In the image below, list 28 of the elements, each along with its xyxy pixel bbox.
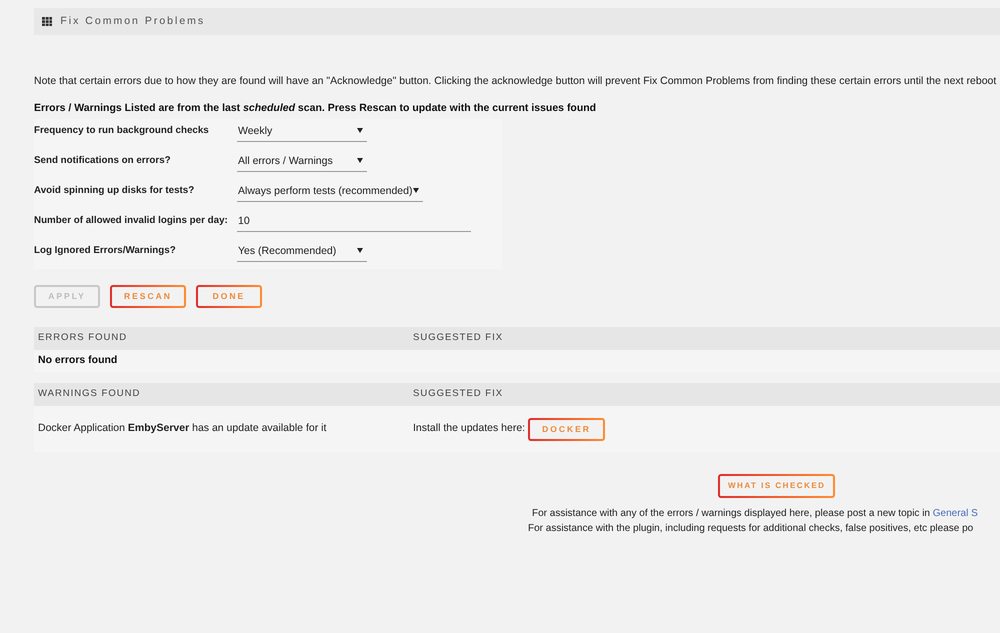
forum-link[interactable]: General S <box>932 508 978 519</box>
setting-label: Avoid spinning up disks for tests? <box>34 184 196 198</box>
setting-label: Send notifications on errors? <box>34 154 172 168</box>
footer-text: For assistance with any of the errors / warnings displayed here, please post a new topic in General S <box>531 507 978 521</box>
caret-icon <box>357 128 363 133</box>
column-header: SUGGESTED FIX <box>412 387 504 402</box>
column-header: WARNINGS FOUND <box>37 387 140 402</box>
select-field[interactable]: Yes (Recommended) <box>237 243 367 262</box>
table-cell-text: Docker Application EmbyServer has an update available for it <box>37 421 326 436</box>
caret-icon <box>413 188 420 193</box>
select-field[interactable]: Always perform tests (recommended) <box>237 183 424 202</box>
select-field[interactable]: Weekly <box>237 123 367 142</box>
caret-icon <box>357 248 363 253</box>
setting-label: Number of allowed invalid logins per day: <box>34 214 229 228</box>
note-text: Note that certain errors due to how they are found will have an "Acknowledge" button. Clicking the acknowledge button will prevent Fix Common Problems from finding these certain errors until the next reboot <box>34 74 996 88</box>
column-header: SUGGESTED FIX <box>412 331 504 346</box>
select-field[interactable]: All errors / Warnings <box>237 153 367 172</box>
footer-text: For assistance with the plugin, including requests for additional checks, false positives, etc please po <box>528 522 974 536</box>
setting-label: Log Ignored Errors/Warnings? <box>34 244 177 258</box>
table-cell-text: No errors found <box>37 353 118 368</box>
caret-icon <box>357 158 363 163</box>
page-title: Fix Common Problems <box>60 14 206 29</box>
setting-label: Frequency to run background checks <box>34 124 210 138</box>
grid-icon <box>42 16 52 26</box>
input-field[interactable]: 10 <box>237 213 471 232</box>
table-cell-text: Install the updates here: <box>413 421 526 436</box>
scan-info-text: Errors / Warnings Listed are from the last scheduled scan. Press Rescan to update with the current issues found <box>34 101 596 115</box>
column-header: ERRORS FOUND <box>37 331 128 346</box>
